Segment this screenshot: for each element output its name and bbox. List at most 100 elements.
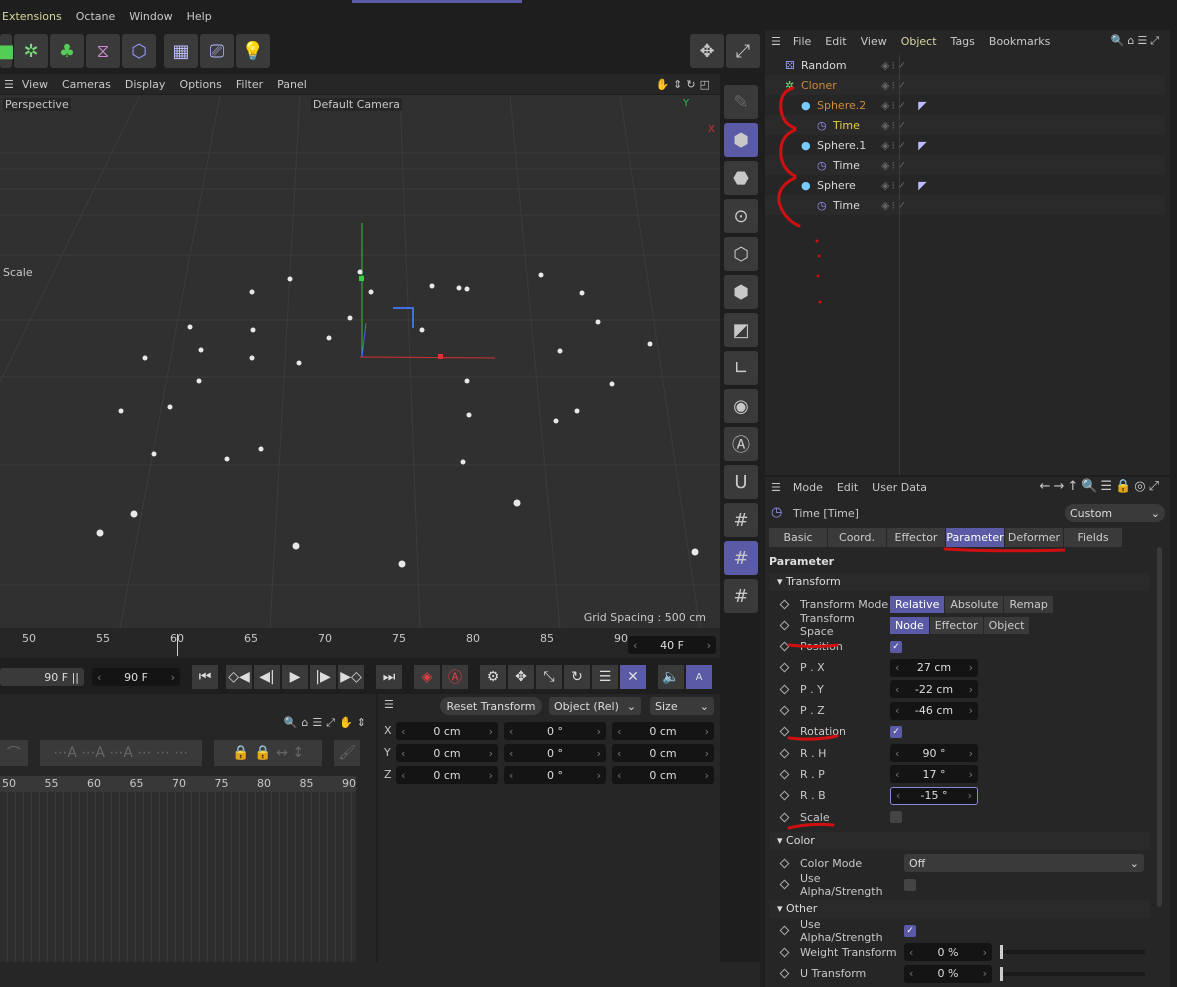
- vp-menu-panel[interactable]: Panel: [277, 78, 307, 91]
- dope-sheet-icons[interactable]: 🔍⌂☰⤢✋⇕: [284, 716, 370, 730]
- coord-r-field[interactable]: ‹ 0 ° ›: [504, 766, 606, 784]
- uv-mode-icon[interactable]: ◩: [724, 313, 758, 347]
- coord-s-field[interactable]: ‹ 0 cm ›: [612, 744, 714, 762]
- tab-fields[interactable]: Fields: [1064, 528, 1122, 547]
- snap-icon[interactable]: ✥: [690, 34, 724, 68]
- menu-octane[interactable]: Octane: [76, 10, 116, 23]
- viewport[interactable]: Perspective Default Camera Scale Y X Gri…: [0, 95, 720, 628]
- hamburger-icon[interactable]: ☰: [4, 78, 14, 91]
- layer-visibility-icons[interactable]: ◈⁝✓: [881, 139, 908, 152]
- viewport-nav-icons[interactable]: ✋⇕↻◰: [655, 78, 714, 91]
- keyframe-diamond-icon[interactable]: [779, 858, 790, 869]
- keyframe-diamond-icon[interactable]: [779, 879, 790, 890]
- prev-key-icon[interactable]: ◇◀: [226, 665, 252, 689]
- vp-menu-filter[interactable]: Filter: [236, 78, 263, 91]
- slider[interactable]: [1000, 945, 1145, 960]
- vp-menu-display[interactable]: Display: [125, 78, 166, 91]
- vertex-map-tag-icon[interactable]: ◤: [918, 139, 926, 152]
- om-menu-bookmarks[interactable]: Bookmarks: [989, 35, 1050, 48]
- axis-mode-icon[interactable]: ∟: [724, 351, 758, 385]
- coord-p-field[interactable]: ‹ 0 cm ›: [396, 722, 498, 740]
- checkbox[interactable]: ✓: [904, 924, 916, 937]
- dope-sheet[interactable]: 🔍⌂☰⤢✋⇕ ⌒ ⋯A ⋯A ⋯A ⋯ ⋯ ⋯ 🔒 🔒 ↔ ↕ 🖌 50 55 60…: [0, 694, 376, 962]
- autokey-icon[interactable]: Ⓐ: [442, 665, 468, 689]
- grid-snap-icon[interactable]: #: [724, 503, 758, 537]
- coord-p-field[interactable]: ‹ 0 cm ›: [396, 766, 498, 784]
- value-field[interactable]: ‹ 0 % ›: [904, 943, 992, 962]
- slider[interactable]: [1000, 966, 1145, 981]
- go-end-icon[interactable]: ⏭: [376, 665, 402, 689]
- polygons-mode-icon[interactable]: ⬢: [724, 275, 758, 309]
- menu-window[interactable]: Window: [129, 10, 172, 23]
- play-icon[interactable]: ▶: [282, 665, 308, 689]
- other-section[interactable]: ▾ Other: [769, 899, 1150, 918]
- edit-icon[interactable]: ✎: [724, 85, 758, 119]
- keyframe-diamond-icon[interactable]: [779, 947, 790, 958]
- end-frame-field[interactable]: 90 F ||: [0, 668, 84, 686]
- coord-size-select[interactable]: Size ⌄: [650, 697, 714, 715]
- value-field[interactable]: ‹ 0 % ›: [904, 964, 992, 983]
- reset-transform-button[interactable]: Reset Transform: [440, 697, 542, 715]
- record-icon[interactable]: ◈: [414, 665, 440, 689]
- coord-mode-select[interactable]: Object (Rel) ⌄: [549, 697, 641, 715]
- timeline-ruler[interactable]: 505560657075808590 ‹40 F›: [0, 628, 720, 658]
- paint-icon[interactable]: 🖌: [334, 740, 361, 766]
- next-key-icon[interactable]: ▶◇: [338, 665, 364, 689]
- om-tool-icons[interactable]: 🔍⌂☰⤢: [1111, 34, 1162, 48]
- mograph-icon[interactable]: ♣: [50, 34, 84, 68]
- key-scale-icon[interactable]: ⤡: [536, 665, 562, 689]
- grid-lock-icon[interactable]: #: [724, 541, 758, 575]
- cube-icon[interactable]: ■: [0, 34, 15, 68]
- key-param-icon[interactable]: ☰: [592, 665, 618, 689]
- coord-r-field[interactable]: ‹ 0 ° ›: [504, 722, 606, 740]
- camera-icon[interactable]: ⎚: [200, 34, 234, 68]
- layer-visibility-icons[interactable]: ◈⁝✓: [881, 59, 908, 72]
- vertex-map-tag-icon[interactable]: ◤: [918, 179, 926, 192]
- am-scrollbar[interactable]: [1157, 547, 1162, 907]
- scene-grid-icon[interactable]: ▦: [164, 34, 198, 68]
- key-pla-icon[interactable]: ✕: [620, 665, 646, 689]
- layer-visibility-icons[interactable]: ◈⁝✓: [881, 179, 908, 192]
- menu-help[interactable]: Help: [187, 10, 212, 23]
- edges-mode-icon[interactable]: ⬡: [724, 237, 758, 271]
- keyframe-settings-icon[interactable]: ⚙: [480, 665, 506, 689]
- cloner-icon[interactable]: ✲: [14, 34, 48, 68]
- next-frame-icon[interactable]: |▶: [310, 665, 336, 689]
- axis-icon[interactable]: ⤢: [726, 34, 760, 68]
- coord-r-field[interactable]: ‹ 0 ° ›: [504, 744, 606, 762]
- keyframe-diamond-icon[interactable]: [779, 925, 790, 936]
- magnet-icon[interactable]: U: [724, 465, 758, 499]
- layer-visibility-icons[interactable]: ◈⁝✓: [881, 199, 908, 212]
- texture-mode-icon[interactable]: ⬣: [724, 161, 758, 195]
- light-icon[interactable]: 💡: [236, 34, 270, 68]
- model-mode-icon[interactable]: ⬢: [724, 123, 758, 157]
- checkbox[interactable]: [904, 878, 916, 891]
- vertex-map-tag-icon[interactable]: ◤: [918, 99, 926, 112]
- vp-menu-options[interactable]: Options: [179, 78, 221, 91]
- layer-visibility-icons[interactable]: ◈⁝✓: [881, 159, 908, 172]
- field-icon[interactable]: ⬡: [122, 34, 156, 68]
- sound-icon[interactable]: 🔈: [658, 665, 684, 689]
- solo-icon[interactable]: ◉: [724, 389, 758, 423]
- coord-p-field[interactable]: ‹ 0 cm ›: [396, 744, 498, 762]
- layer-visibility-icons[interactable]: ◈⁝✓: [881, 119, 908, 132]
- go-start-icon[interactable]: ⏮: [192, 665, 218, 689]
- vp-menu-cameras[interactable]: Cameras: [62, 78, 111, 91]
- keyframe-diamond-icon[interactable]: [779, 968, 790, 979]
- current-frame-field[interactable]: ‹ 40 F ›: [628, 636, 716, 654]
- prev-frame-icon[interactable]: ◀|: [254, 665, 280, 689]
- curve-icon[interactable]: ⌒: [0, 740, 28, 766]
- layer-visibility-icons[interactable]: ◈⁝✓: [881, 79, 908, 92]
- playhead[interactable]: [177, 634, 178, 656]
- menu-extensions[interactable]: Extensions: [2, 10, 62, 23]
- camera-label[interactable]: Default Camera: [311, 98, 402, 111]
- tangent-tools[interactable]: ⋯A ⋯A ⋯A ⋯ ⋯ ⋯: [39, 740, 203, 766]
- coord-s-field[interactable]: ‹ 0 cm ›: [612, 766, 714, 784]
- om-menu-tags[interactable]: Tags: [951, 35, 975, 48]
- key-rotation-icon[interactable]: ↻: [564, 665, 590, 689]
- points-mode-icon[interactable]: ⊙: [724, 199, 758, 233]
- coord-s-field[interactable]: ‹ 0 cm ›: [612, 722, 714, 740]
- preset-select[interactable]: Custom ⌄: [1065, 504, 1165, 522]
- deformer-icon[interactable]: ⧖: [86, 34, 120, 68]
- timeline-a-icon[interactable]: A: [686, 665, 712, 689]
